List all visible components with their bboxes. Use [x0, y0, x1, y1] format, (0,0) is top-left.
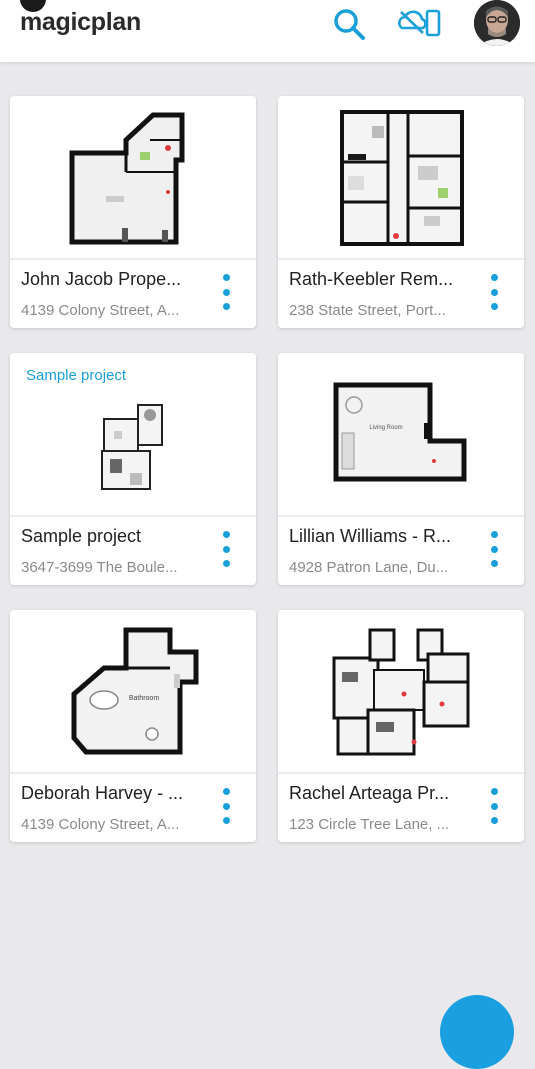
- project-name: Sample project: [21, 526, 142, 546]
- project-address: 3647-3699 The Boule...: [21, 559, 178, 576]
- more-options-icon[interactable]: [216, 272, 236, 312]
- project-card[interactable]: Rath-Keebler Rem... 238 State Street, Po…: [278, 96, 524, 328]
- floorplan-thumbnail: [10, 96, 256, 258]
- project-card[interactable]: John Jacob Prope... 4139 Colony Street, …: [10, 96, 256, 328]
- project-address: 123 Circle Tree Lane, ...: [289, 816, 450, 833]
- floorplan-thumbnail: Living Room: [278, 353, 524, 515]
- more-options-icon[interactable]: [216, 529, 236, 569]
- search-icon[interactable]: [330, 5, 368, 48]
- more-options-icon[interactable]: [216, 786, 236, 826]
- floorplan-thumbnail: [278, 96, 524, 258]
- project-card[interactable]: Bathroom Deborah Harvey - ... 4139 Colon…: [10, 610, 256, 842]
- project-address: 238 State Street, Port...: [289, 302, 446, 319]
- room-label: Bathroom: [129, 695, 160, 702]
- floorplan-thumbnail: Sample project: [10, 353, 256, 515]
- room-label: Living Room: [369, 425, 402, 431]
- more-options-icon[interactable]: [484, 786, 504, 826]
- project-card[interactable]: Rachel Arteaga Pr... 123 Circle Tree Lan…: [278, 610, 524, 842]
- more-options-icon[interactable]: [484, 529, 504, 569]
- app-title: magicplan: [20, 8, 141, 36]
- more-options-icon[interactable]: [484, 272, 504, 312]
- project-name: John Jacob Prope...: [21, 269, 182, 289]
- sync-off-icon[interactable]: [396, 6, 444, 45]
- project-card[interactable]: Sample project Sample project 3647-3699 …: [10, 353, 256, 585]
- project-address: 4139 Colony Street, A...: [21, 302, 180, 319]
- app-header: magicplan: [0, 0, 535, 62]
- project-name: Rath-Keebler Rem...: [289, 269, 454, 289]
- add-project-button[interactable]: [440, 995, 514, 1069]
- floorplan-thumbnail: Bathroom: [10, 610, 256, 772]
- project-name: Deborah Harvey - ...: [21, 783, 184, 803]
- floorplan-thumbnail: [278, 610, 524, 772]
- project-name: Rachel Arteaga Pr...: [289, 783, 450, 803]
- project-card[interactable]: Living Room Lillian Williams - R... 4928…: [278, 353, 524, 585]
- avatar[interactable]: [474, 0, 520, 46]
- project-name: Lillian Williams - R...: [289, 526, 452, 546]
- project-address: 4139 Colony Street, A...: [21, 816, 180, 833]
- project-address: 4928 Patron Lane, Du...: [289, 559, 449, 576]
